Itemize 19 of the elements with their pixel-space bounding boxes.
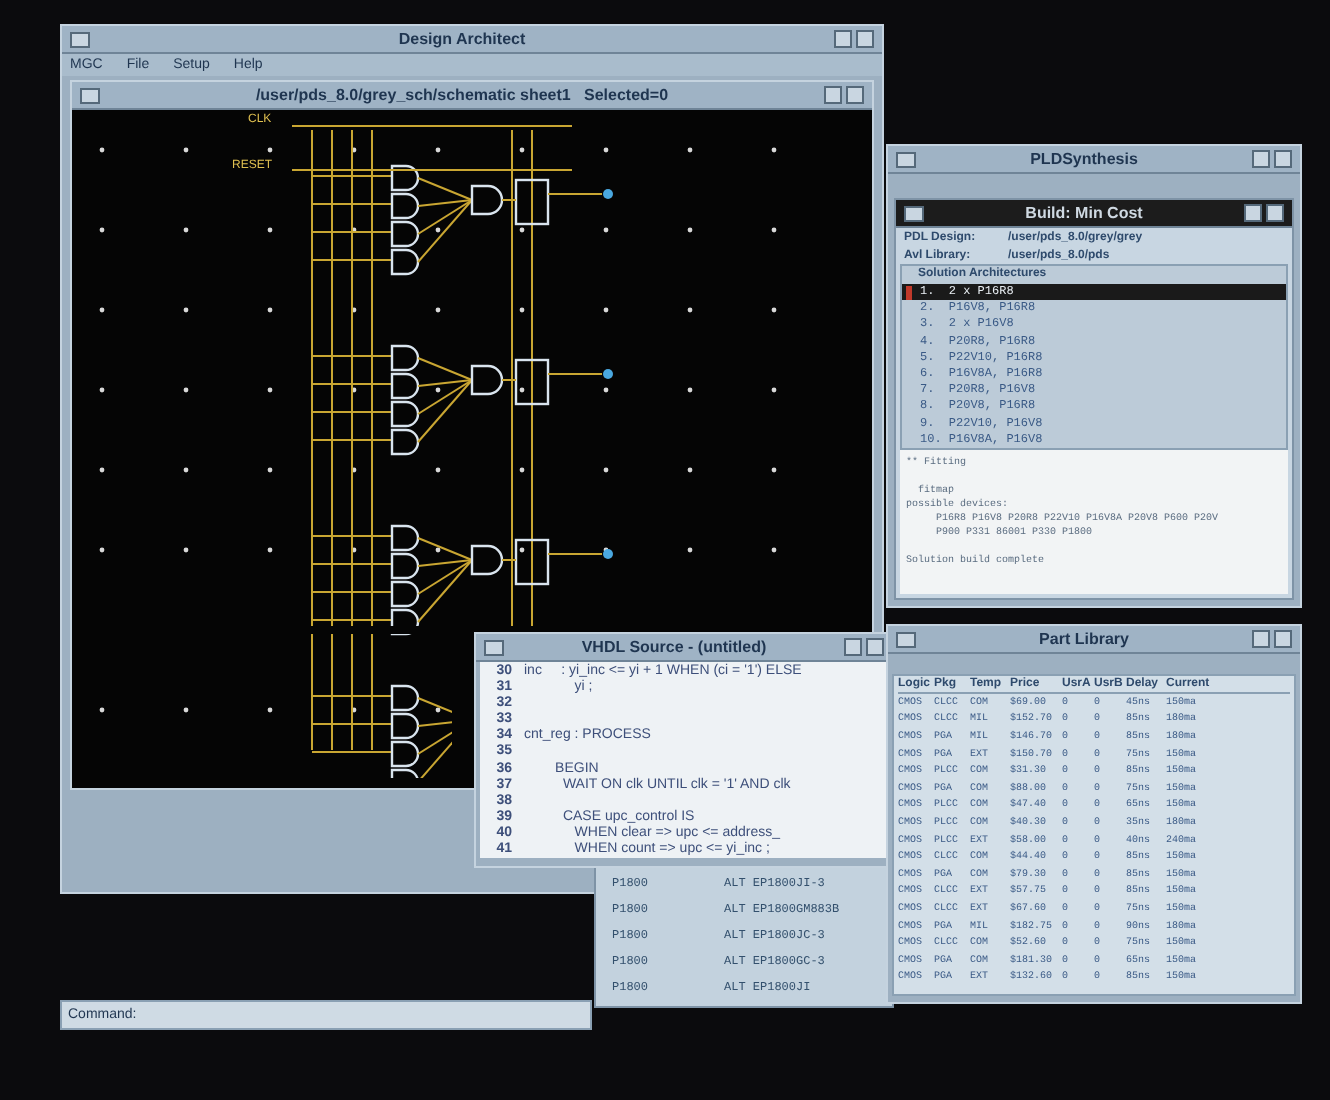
window-title: Build: Min Cost: [1023, 205, 1145, 221]
maximize-button[interactable]: [856, 30, 874, 48]
window-title: VHDL Source - (untitled): [579, 639, 769, 655]
window-title: /user/pds_8.0/grey_sch/schematic sheet1 Selected=0: [253, 87, 671, 103]
maximize-button[interactable]: [1274, 630, 1292, 648]
window-title: Part Library: [1037, 631, 1131, 647]
window-title: PLDSynthesis: [1028, 151, 1140, 167]
window-title: Design Architect: [396, 31, 528, 47]
minimize-button[interactable]: [1252, 150, 1270, 168]
window-menu-button[interactable]: [904, 205, 924, 221]
maximize-button[interactable]: [866, 638, 884, 656]
minimize-button[interactable]: [844, 638, 862, 656]
maximize-button[interactable]: [1266, 204, 1284, 222]
maximize-button[interactable]: [846, 86, 864, 104]
minimize-button[interactable]: [1252, 630, 1270, 648]
minimize-button[interactable]: [824, 86, 842, 104]
minimize-button[interactable]: [1244, 204, 1262, 222]
maximize-button[interactable]: [1274, 150, 1292, 168]
minimize-button[interactable]: [834, 30, 852, 48]
